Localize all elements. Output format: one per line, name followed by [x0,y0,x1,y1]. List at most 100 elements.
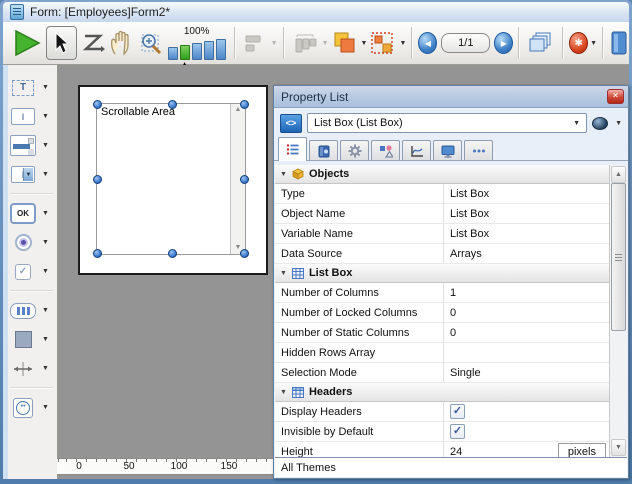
selection-handle-e[interactable] [240,175,249,184]
height-unit-button[interactable]: pixels [558,443,606,457]
align-button-disabled [243,32,267,54]
zoom-bar-400[interactable] [204,41,214,60]
object-selector-dropdown[interactable]: List Box (List Box) ▼ [307,113,587,133]
property-row-hidden-rows-array[interactable]: Hidden Rows Array [275,343,609,363]
code-icon[interactable]: <> [280,114,302,133]
next-page-button[interactable]: ▶ [494,32,513,54]
property-row-display-headers[interactable]: Display Headers [275,402,609,422]
selection-handle-s[interactable] [168,249,177,258]
section-objects[interactable]: ▼ Objects [275,165,609,184]
property-row-number-of-columns[interactable]: Number of Columns 1 [275,283,609,303]
selection-handle-ne[interactable] [240,100,249,109]
splitter-tool-dropdown[interactable]: ▼ [42,365,49,372]
tab-more[interactable] [464,140,493,161]
property-list-scrollbar[interactable]: ▲ ▼ [610,165,627,457]
property-row-variable-name[interactable]: Variable Name List Box [275,224,609,244]
display-pages-button[interactable] [527,30,555,56]
duplicate-many-button[interactable] [369,30,395,56]
tool-group-box[interactable]: ▼ [10,135,55,156]
toolbar-separator [283,27,285,59]
scroll-up-icon[interactable]: ▲ [611,166,626,183]
tool-input[interactable]: I ▼ [10,106,55,127]
tab-database[interactable] [309,140,338,161]
distribute-icon [292,31,318,55]
height-value[interactable]: 24 [450,446,462,458]
scroll-down-icon[interactable]: ▼ [611,439,626,456]
previous-page-button[interactable]: ◀ [418,32,437,54]
input-tool-dropdown[interactable]: ▼ [42,113,49,120]
form-properties-button[interactable]: ✱ [569,32,588,54]
collapse-triangle-icon[interactable]: ▼ [280,389,287,396]
eye-icon[interactable] [592,117,608,130]
plugin-tool-dropdown[interactable]: ▼ [42,404,49,411]
property-row-height[interactable]: Height 24 pixels [275,442,609,457]
checkbox-tool-dropdown[interactable]: ▼ [42,268,49,275]
collapse-triangle-icon[interactable]: ▼ [280,270,287,277]
level-button[interactable] [331,30,357,56]
selection-handle-w[interactable] [93,175,102,184]
move-tool-button[interactable] [109,30,133,56]
tool-combo-box[interactable]: I▼ ▼ [10,164,55,185]
entry-order-button[interactable] [81,31,105,55]
zoom-bar-200[interactable] [192,43,202,60]
zoom-level-control[interactable]: 100% [168,27,226,60]
tab-events[interactable] [402,140,431,161]
tab-display[interactable] [433,140,462,161]
property-row-data-source[interactable]: Data Source Arrays [275,244,609,264]
property-row-selection-mode[interactable]: Selection Mode Single [275,363,609,383]
themes-filter-bar[interactable]: All Themes [275,457,627,477]
tool-radio-button[interactable]: ▼ [10,232,55,253]
zoom-bar-800[interactable] [216,39,226,60]
selection-handle-nw[interactable] [93,100,102,109]
tool-text[interactable]: T ▼ [10,77,55,98]
execute-form-button[interactable] [12,29,42,57]
property-row-type[interactable]: Type List Box [275,184,609,204]
tool-button[interactable]: OK ▼ [10,203,55,224]
pointer-tool-button[interactable] [46,26,77,60]
zoom-bar-100-current[interactable] [180,45,190,60]
collapse-triangle-icon[interactable]: ▼ [280,171,287,178]
duplicate-dropdown-arrow[interactable]: ▼ [399,40,406,47]
zoom-bar-50[interactable] [168,47,178,60]
property-row-object-name[interactable]: Object Name List Box [275,204,609,224]
section-list-box[interactable]: ▼ List Box [275,264,609,283]
selection-handle-se[interactable] [240,249,249,258]
zoom-tool-button[interactable] [137,30,163,56]
tool-rectangle[interactable]: ▼ [10,329,55,350]
tool-splitter[interactable]: ▼ [10,358,55,379]
property-row-invisible-by-default[interactable]: Invisible by Default [275,422,609,442]
group-box-tool-dropdown[interactable]: ▼ [42,142,49,149]
tab-control-tool-dropdown[interactable]: ▼ [42,307,49,314]
combo-box-tool-dropdown[interactable]: ▼ [42,171,49,178]
level-dropdown-arrow[interactable]: ▼ [361,40,368,47]
rectangle-tool-dropdown[interactable]: ▼ [42,336,49,343]
tab-property-list[interactable] [278,137,307,161]
close-icon[interactable]: ✕ [607,89,624,104]
radio-tool-dropdown[interactable]: ▼ [42,239,49,246]
library-button[interactable] [611,30,627,56]
tool-plugin-area[interactable]: •• ▼ [10,397,55,418]
section-headers[interactable]: ▼ Headers [275,383,609,402]
text-tool-dropdown[interactable]: ▼ [42,84,49,91]
tool-check-box[interactable]: ✓ ▼ [10,261,55,282]
window-titlebar[interactable]: Form: [Employees]Form2* [3,2,629,22]
tab-objects[interactable] [371,140,400,161]
zoom-bars[interactable] [168,38,226,60]
form-properties-dropdown-arrow[interactable]: ▼ [590,40,597,47]
form-page[interactable]: Scrollable Area ▲ ▼ [78,85,268,275]
tab-coordinates[interactable] [340,140,369,161]
invisible-by-default-checkbox[interactable] [450,424,465,439]
combo-dropdown-glyph: ▼ [23,168,33,181]
selection-handle-sw[interactable] [93,249,102,258]
tool-tab-control[interactable]: ▼ [10,300,55,321]
property-row-locked-columns[interactable]: Number of Locked Columns 0 [275,303,609,323]
form-window-icon [10,4,24,20]
property-row-static-columns[interactable]: Number of Static Columns 0 [275,323,609,343]
selection-handle-n[interactable] [168,100,177,109]
property-list-titlebar[interactable]: Property List ✕ [274,86,628,108]
eye-dropdown-arrow[interactable]: ▼ [615,120,622,127]
display-headers-checkbox[interactable] [450,404,465,419]
button-tool-dropdown[interactable]: ▼ [42,210,49,217]
listbox-object[interactable]: Scrollable Area ▲ ▼ [96,103,246,255]
scrollbar-thumb[interactable] [611,183,626,331]
